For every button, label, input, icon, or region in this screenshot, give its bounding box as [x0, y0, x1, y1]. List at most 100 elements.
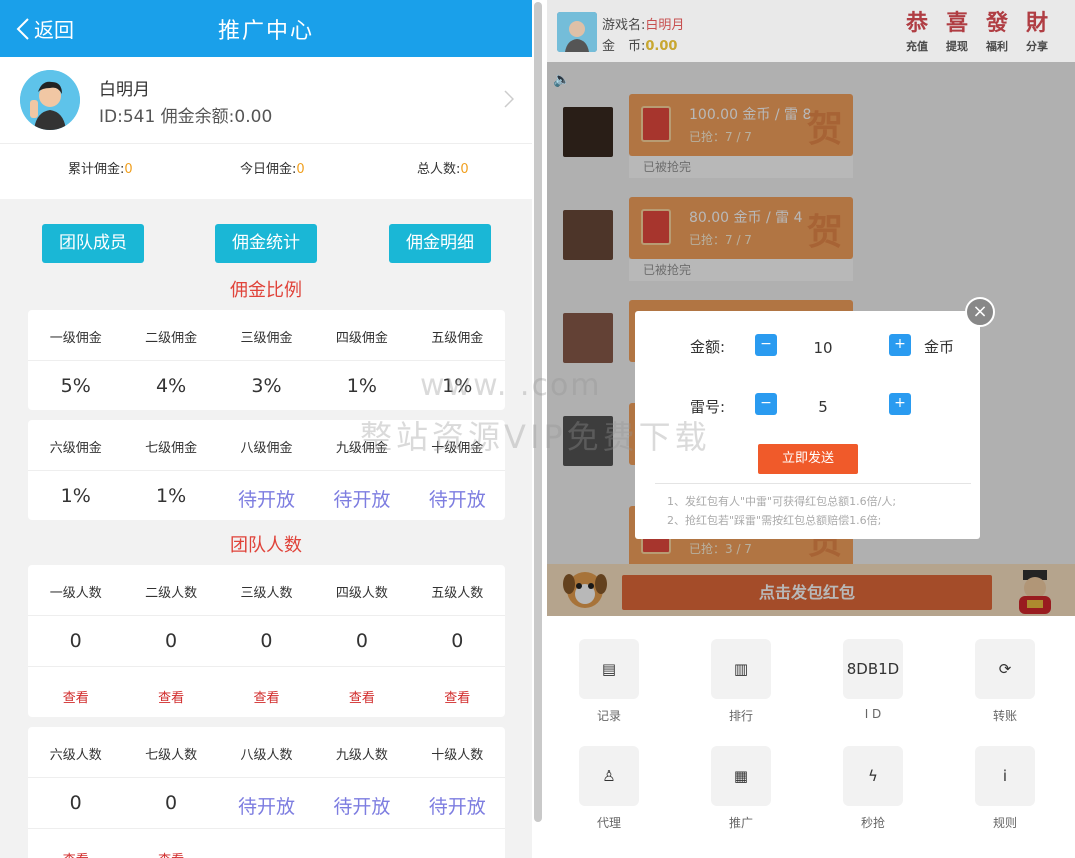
user-name: 白明月	[99, 80, 150, 100]
menu-item-agent[interactable]: ♙ 代理	[564, 746, 654, 831]
welfare-button[interactable]: 發福利	[979, 8, 1015, 54]
team-card-2: 六级人数 七级人数 八级人数 九级人数 十级人数 0 0 待开放 待开放 待开放…	[28, 727, 505, 858]
menu-label: I D	[864, 707, 882, 721]
commission-level-label: 九级佣金	[335, 441, 388, 456]
team-count: 0	[69, 630, 82, 652]
team-count: 0	[355, 630, 368, 652]
team-level-label: 七级人数	[145, 748, 198, 763]
commission-level-label: 二级佣金	[145, 331, 198, 346]
menu-item-quick-grab[interactable]: ϟ 秒抢	[828, 746, 918, 831]
team-count-pending: 待开放	[333, 796, 391, 818]
agent-icon: ♙	[579, 746, 639, 806]
commission-rate: 1%	[442, 375, 473, 397]
commission-rate-pending: 待开放	[237, 489, 295, 511]
user-id-balance: ID:541 佣金余额:0.00	[99, 107, 273, 127]
team-count: 0	[260, 630, 273, 652]
commission-stats-button[interactable]: 佣金统计	[215, 224, 317, 263]
game-name: 游戏名:白明月	[602, 18, 685, 33]
scrollbar[interactable]	[532, 0, 546, 858]
menu-item-promote[interactable]: ▦ 推广	[696, 746, 786, 831]
team-count: 0	[165, 630, 178, 652]
menu-item-rules[interactable]: i 规则	[960, 746, 1050, 831]
coin-balance: 金 币:0.00	[602, 39, 678, 54]
team-count-pending: 待开放	[237, 796, 295, 818]
mine-increase-button[interactable]: +	[889, 393, 911, 415]
mine-value[interactable]: 5	[793, 398, 853, 416]
view-link[interactable]: 查看	[123, 849, 218, 858]
header-bar: 返回 推广中心	[0, 0, 532, 57]
team-count: 0	[69, 792, 82, 814]
menu-label: 规则	[992, 816, 1017, 830]
ranking-icon: ▥	[711, 639, 771, 699]
commission-rate-pending: 待开放	[428, 489, 486, 511]
withdraw-button[interactable]: 喜提现	[939, 8, 975, 54]
commission-rate: 4%	[156, 375, 187, 397]
menu-label: 代理	[596, 816, 621, 830]
scrollbar-thumb[interactable]	[534, 2, 542, 822]
menu-label: 推广	[728, 816, 753, 830]
stat-total-people: 总人数:0	[417, 162, 469, 177]
amount-label: 金额:	[690, 338, 726, 356]
commission-card-2: 六级佣金 七级佣金 八级佣金 九级佣金 十级佣金 1% 1% 待开放 待开放 待…	[28, 420, 505, 520]
team-level-label: 二级人数	[145, 586, 198, 601]
game-top-bar: 游戏名:白明月 金 币:0.00 恭充值 喜提现 發福利 財分享	[547, 0, 1075, 62]
mine-decrease-button[interactable]: −	[755, 393, 777, 415]
commission-level-label: 三级佣金	[240, 331, 293, 346]
recharge-button[interactable]: 恭充值	[899, 8, 935, 54]
close-icon[interactable]: ×	[965, 297, 995, 327]
amount-decrease-button[interactable]: −	[755, 334, 777, 356]
commission-rate: 1%	[156, 485, 187, 507]
commission-card-1: 一级佣金 二级佣金 三级佣金 四级佣金 五级佣金 5% 4% 3% 1% 1%	[28, 310, 505, 410]
view-link[interactable]: 查看	[410, 687, 505, 706]
commission-level-label: 十级佣金	[431, 441, 484, 456]
fa-icon: 發	[985, 10, 1008, 36]
view-link[interactable]: 查看	[123, 687, 218, 706]
xi-icon: 喜	[945, 10, 968, 36]
team-count-pending: 待开放	[428, 796, 486, 818]
amount-value[interactable]: 10	[793, 339, 853, 357]
rule-line: 1、发红包有人"中雷"可获得红包总额1.6倍/人;	[667, 495, 897, 508]
view-link[interactable]: 查看	[219, 687, 314, 706]
chevron-right-icon	[504, 90, 514, 108]
team-members-button[interactable]: 团队成员	[42, 224, 144, 263]
commission-level-label: 八级佣金	[240, 441, 293, 456]
send-now-button[interactable]: 立即发送	[758, 444, 858, 474]
record-icon: ▤	[579, 639, 639, 699]
amount-unit: 金币	[924, 338, 955, 356]
gong-icon: 恭	[905, 10, 928, 36]
view-link[interactable]: 查看	[314, 687, 409, 706]
flash-icon: ϟ	[843, 746, 903, 806]
rule-line: 2、抢红包若"踩雷"需按红包总额赔偿1.6倍;	[667, 514, 882, 527]
team-count: 0	[165, 792, 178, 814]
team-level-label: 三级人数	[240, 586, 293, 601]
amount-increase-button[interactable]: +	[889, 334, 911, 356]
stats-bar: 累计佣金:0 今日佣金:0 总人数:0	[0, 143, 532, 199]
cai-icon: 財	[1025, 10, 1048, 36]
view-link[interactable]: 查看	[28, 849, 123, 858]
menu-label: 记录	[596, 709, 621, 723]
qrcode-icon: ▦	[711, 746, 771, 806]
commission-ratio-title: 佣金比例	[230, 280, 302, 301]
speaker-icon[interactable]: 🔈	[553, 72, 570, 88]
commission-rate: 3%	[251, 375, 282, 397]
menu-item-ranking[interactable]: ▥ 排行	[696, 639, 786, 724]
team-level-label: 十级人数	[431, 748, 484, 763]
commission-detail-button[interactable]: 佣金明细	[389, 224, 491, 263]
view-link[interactable]: 查看	[28, 687, 123, 706]
team-count-title: 团队人数	[230, 535, 302, 556]
menu-item-transfer[interactable]: ⟳ 转账	[960, 639, 1050, 724]
menu-item-record[interactable]: ▤ 记录	[564, 639, 654, 724]
menu-label: 排行	[728, 709, 753, 723]
share-button[interactable]: 財分享	[1019, 8, 1055, 54]
commission-level-label: 六级佣金	[49, 441, 102, 456]
profile-card[interactable]: 白明月 ID:541 佣金余额:0.00	[0, 57, 532, 143]
info-icon: i	[975, 746, 1035, 806]
bottom-menu: ▤ 记录 ▥ 排行 8DB1D I D ⟳ 转账 ♙ 代理 ▦ 推广 ϟ 秒抢 …	[547, 616, 1075, 858]
send-envelope-dialog: 金额: − 10 + 金币 雷号: − 5 + 立即发送 1、发红包有人"中雷"…	[635, 311, 980, 539]
team-count: 0	[451, 630, 464, 652]
avatar	[557, 12, 597, 52]
stat-total-commission: 累计佣金:0	[68, 162, 133, 177]
commission-rate: 1%	[346, 375, 377, 397]
menu-item-id[interactable]: 8DB1D I D	[828, 639, 918, 721]
commission-rate-pending: 待开放	[333, 489, 391, 511]
